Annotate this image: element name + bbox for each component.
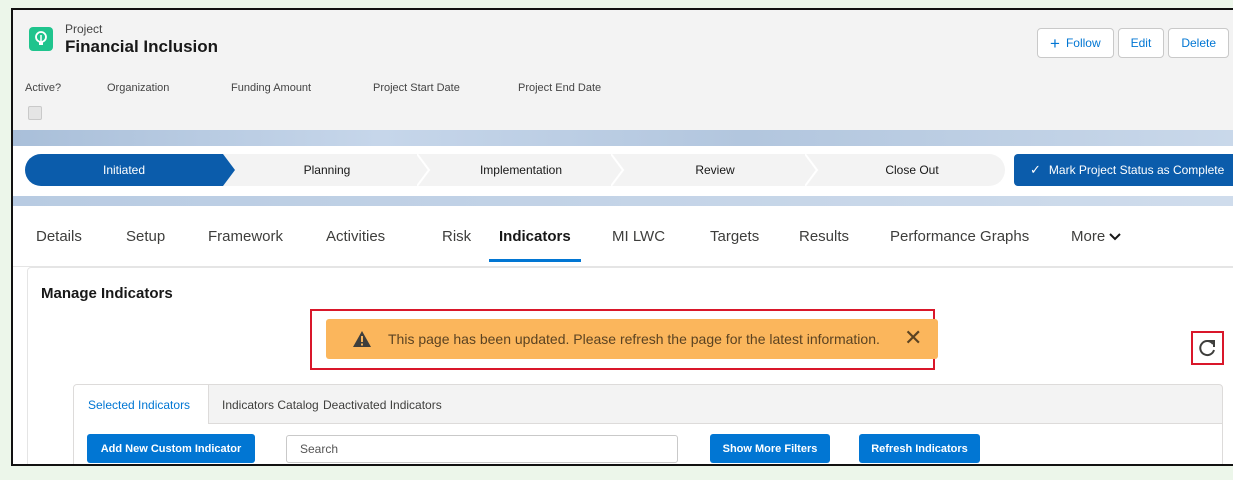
tab-activities[interactable]: Activities bbox=[326, 228, 385, 245]
path-step-review[interactable]: Review bbox=[625, 154, 805, 186]
tab-risk[interactable]: Risk bbox=[442, 228, 471, 245]
tab-setup[interactable]: Setup bbox=[126, 228, 165, 245]
card-title: Manage Indicators bbox=[41, 285, 173, 302]
edit-button[interactable]: Edit bbox=[1117, 28, 1165, 58]
path-step-planning[interactable]: Planning bbox=[237, 154, 417, 186]
tab-mi-lwc[interactable]: MI LWC bbox=[612, 228, 665, 245]
header-actions: + Follow Edit Delete bbox=[1037, 28, 1229, 58]
highlight-organization-label: Organization bbox=[107, 82, 170, 94]
mark-status-label: Mark Project Status as Complete bbox=[1048, 163, 1225, 177]
plus-icon: + bbox=[1050, 33, 1060, 53]
path-step-implementation[interactable]: Implementation bbox=[431, 154, 611, 186]
active-tab-indicator bbox=[489, 259, 581, 262]
tab-selected-indicators[interactable]: Selected Indicators bbox=[88, 398, 190, 412]
tab-framework[interactable]: Framework bbox=[208, 228, 283, 245]
highlights-panel: Active? Organization Funding Amount Proj… bbox=[13, 68, 1233, 138]
warning-icon bbox=[353, 331, 371, 347]
indicators-tabset: Selected Indicators Indicators Catalog D… bbox=[73, 384, 1223, 464]
path-track: Initiated Planning Implementation Review… bbox=[25, 154, 1005, 186]
record-header: Project Financial Inclusion + Follow Edi… bbox=[13, 10, 1233, 138]
manage-indicators-card: Manage Indicators This page has been upd… bbox=[27, 267, 1233, 464]
record-tabs: Details Setup Framework Activities Risk … bbox=[13, 206, 1233, 267]
highlight-start-date-label: Project Start Date bbox=[373, 82, 460, 94]
highlight-end-date-label: Project End Date bbox=[518, 82, 602, 94]
lightbulb-icon bbox=[29, 27, 53, 51]
header-top-row: Project Financial Inclusion + Follow Edi… bbox=[13, 10, 1233, 68]
tab-details[interactable]: Details bbox=[36, 228, 82, 245]
tab-more[interactable]: More bbox=[1071, 228, 1122, 245]
app-window: Project Financial Inclusion + Follow Edi… bbox=[11, 8, 1233, 466]
tab-results[interactable]: Results bbox=[799, 228, 849, 245]
path-chevron-1 bbox=[223, 154, 235, 186]
path-step-close-out[interactable]: Close Out bbox=[819, 154, 1005, 186]
path-chevron-4 bbox=[805, 154, 819, 186]
add-custom-indicator-button[interactable]: Add New Custom Indicator bbox=[87, 434, 255, 463]
path-step-initiated[interactable]: Initiated bbox=[25, 154, 223, 186]
path-chevron-2 bbox=[417, 154, 431, 186]
follow-button[interactable]: + Follow bbox=[1037, 28, 1114, 58]
path-chevron-3 bbox=[611, 154, 625, 186]
tab-targets[interactable]: Targets bbox=[710, 228, 759, 245]
toast-message: This page has been updated. Please refre… bbox=[388, 331, 880, 347]
record-title: Financial Inclusion bbox=[65, 37, 219, 56]
check-icon: ✓ bbox=[1030, 162, 1041, 177]
show-more-filters-button[interactable]: Show More Filters bbox=[710, 434, 830, 463]
inner-tab-content: Add New Custom Indicator Search Show Mor… bbox=[74, 424, 1222, 464]
object-type-label: Project bbox=[65, 22, 103, 36]
close-icon[interactable]: ✕ bbox=[904, 327, 922, 349]
tab-more-label: More bbox=[1071, 228, 1106, 245]
delete-button[interactable]: Delete bbox=[1168, 28, 1229, 58]
chevron-down-icon bbox=[1109, 228, 1122, 245]
inner-tab-strip: Selected Indicators Indicators Catalog D… bbox=[74, 385, 1222, 424]
follow-label: Follow bbox=[1065, 36, 1101, 50]
decorative-banner bbox=[13, 130, 1233, 146]
highlight-funding-label: Funding Amount bbox=[231, 82, 312, 94]
tab-performance-graphs[interactable]: Performance Graphs bbox=[890, 228, 1029, 245]
highlight-active-label: Active? bbox=[25, 82, 62, 94]
tab-indicators[interactable]: Indicators bbox=[499, 228, 571, 245]
refresh-button[interactable] bbox=[1191, 331, 1224, 365]
refresh-icon bbox=[1198, 340, 1215, 357]
tab-deactivated-indicators[interactable]: Deactivated Indicators bbox=[323, 398, 442, 412]
active-checkbox bbox=[28, 106, 42, 120]
tab-indicators-catalog[interactable]: Indicators Catalog bbox=[222, 398, 319, 412]
refresh-toast: This page has been updated. Please refre… bbox=[326, 319, 938, 359]
search-input[interactable]: Search bbox=[286, 435, 678, 463]
refresh-indicators-button[interactable]: Refresh Indicators bbox=[859, 434, 980, 463]
decorative-band bbox=[13, 196, 1233, 206]
mark-status-complete-button[interactable]: ✓ Mark Project Status as Complete bbox=[1014, 154, 1233, 186]
